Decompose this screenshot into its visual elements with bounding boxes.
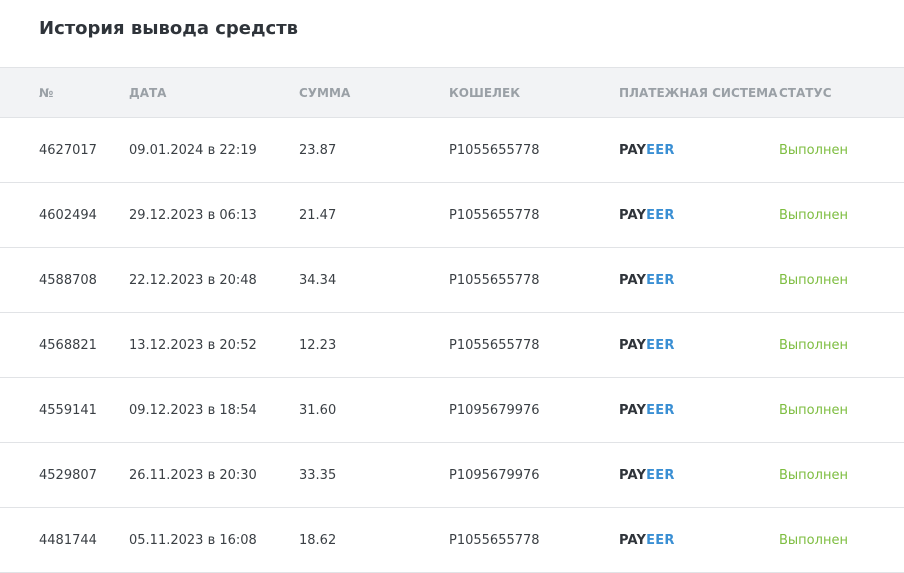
status-badge: Выполнен [779, 143, 848, 158]
payeer-logo-part1: PAY [619, 468, 647, 483]
table-row: 4559141 09.12.2023 в 18:54 31.60 P109567… [0, 378, 904, 443]
status-badge: Выполнен [779, 273, 848, 288]
cell-number: 4481744 [39, 533, 97, 548]
column-header-status: СТАТУС [779, 86, 832, 100]
page-title: История вывода средств [39, 18, 299, 39]
column-header-wallet: КОШЕЛЕК [449, 86, 521, 100]
payeer-logo-part2: EER [646, 403, 675, 418]
cell-amount: 34.34 [299, 273, 337, 288]
column-header-amount: СУММА [299, 86, 351, 100]
table-row: 4568821 13.12.2023 в 20:52 12.23 P105565… [0, 313, 904, 378]
payeer-logo-part2: EER [646, 338, 675, 353]
cell-amount: 31.60 [299, 403, 337, 418]
cell-wallet: P1055655778 [449, 143, 540, 158]
payeer-logo-part2: EER [646, 208, 675, 223]
cell-number: 4529807 [39, 468, 97, 483]
payeer-logo: PAYEER [619, 533, 675, 548]
cell-number: 4588708 [39, 273, 97, 288]
column-header-number: № [39, 86, 54, 100]
cell-amount: 21.47 [299, 208, 337, 223]
payeer-logo-part1: PAY [619, 403, 647, 418]
payeer-logo: PAYEER [619, 403, 675, 418]
cell-amount: 12.23 [299, 338, 337, 353]
table-row: 4481744 05.11.2023 в 16:08 18.62 P105565… [0, 508, 904, 573]
table-row: 4627017 09.01.2024 в 22:19 23.87 P105565… [0, 118, 904, 183]
cell-date: 22.12.2023 в 20:48 [129, 273, 257, 288]
cell-wallet: P1095679976 [449, 468, 540, 483]
payeer-logo-part1: PAY [619, 338, 647, 353]
column-header-payment-system: ПЛАТЕЖНАЯ СИСТЕМА [619, 86, 778, 100]
status-badge: Выполнен [779, 403, 848, 418]
status-badge: Выполнен [779, 208, 848, 223]
cell-amount: 23.87 [299, 143, 337, 158]
payeer-logo-part2: EER [646, 533, 675, 548]
table-row: 4588708 22.12.2023 в 20:48 34.34 P105565… [0, 248, 904, 313]
cell-amount: 18.62 [299, 533, 337, 548]
status-badge: Выполнен [779, 468, 848, 483]
cell-date: 09.12.2023 в 18:54 [129, 403, 257, 418]
payeer-logo-part2: EER [646, 468, 675, 483]
cell-wallet: P1055655778 [449, 208, 540, 223]
table-header: № ДАТА СУММА КОШЕЛЕК ПЛАТЕЖНАЯ СИСТЕМА С… [0, 67, 904, 118]
payeer-logo: PAYEER [619, 338, 675, 353]
cell-amount: 33.35 [299, 468, 337, 483]
withdrawal-history-table: № ДАТА СУММА КОШЕЛЕК ПЛАТЕЖНАЯ СИСТЕМА С… [0, 67, 904, 573]
status-badge: Выполнен [779, 533, 848, 548]
cell-wallet: P1055655778 [449, 533, 540, 548]
payeer-logo: PAYEER [619, 273, 675, 288]
cell-wallet: P1055655778 [449, 338, 540, 353]
cell-number: 4602494 [39, 208, 97, 223]
payeer-logo-part1: PAY [619, 533, 647, 548]
cell-wallet: P1095679976 [449, 403, 540, 418]
cell-number: 4559141 [39, 403, 97, 418]
table-row: 4529807 26.11.2023 в 20:30 33.35 P109567… [0, 443, 904, 508]
payeer-logo: PAYEER [619, 143, 675, 158]
table-row: 4602494 29.12.2023 в 06:13 21.47 P105565… [0, 183, 904, 248]
cell-date: 13.12.2023 в 20:52 [129, 338, 257, 353]
cell-date: 05.11.2023 в 16:08 [129, 533, 257, 548]
payeer-logo-part1: PAY [619, 143, 647, 158]
column-header-date: ДАТА [129, 86, 167, 100]
cell-number: 4627017 [39, 143, 97, 158]
cell-date: 26.11.2023 в 20:30 [129, 468, 257, 483]
payeer-logo: PAYEER [619, 208, 675, 223]
cell-number: 4568821 [39, 338, 97, 353]
payeer-logo: PAYEER [619, 468, 675, 483]
payeer-logo-part1: PAY [619, 273, 647, 288]
cell-date: 29.12.2023 в 06:13 [129, 208, 257, 223]
status-badge: Выполнен [779, 338, 848, 353]
payeer-logo-part2: EER [646, 143, 675, 158]
payeer-logo-part1: PAY [619, 208, 647, 223]
cell-date: 09.01.2024 в 22:19 [129, 143, 257, 158]
cell-wallet: P1055655778 [449, 273, 540, 288]
payeer-logo-part2: EER [646, 273, 675, 288]
